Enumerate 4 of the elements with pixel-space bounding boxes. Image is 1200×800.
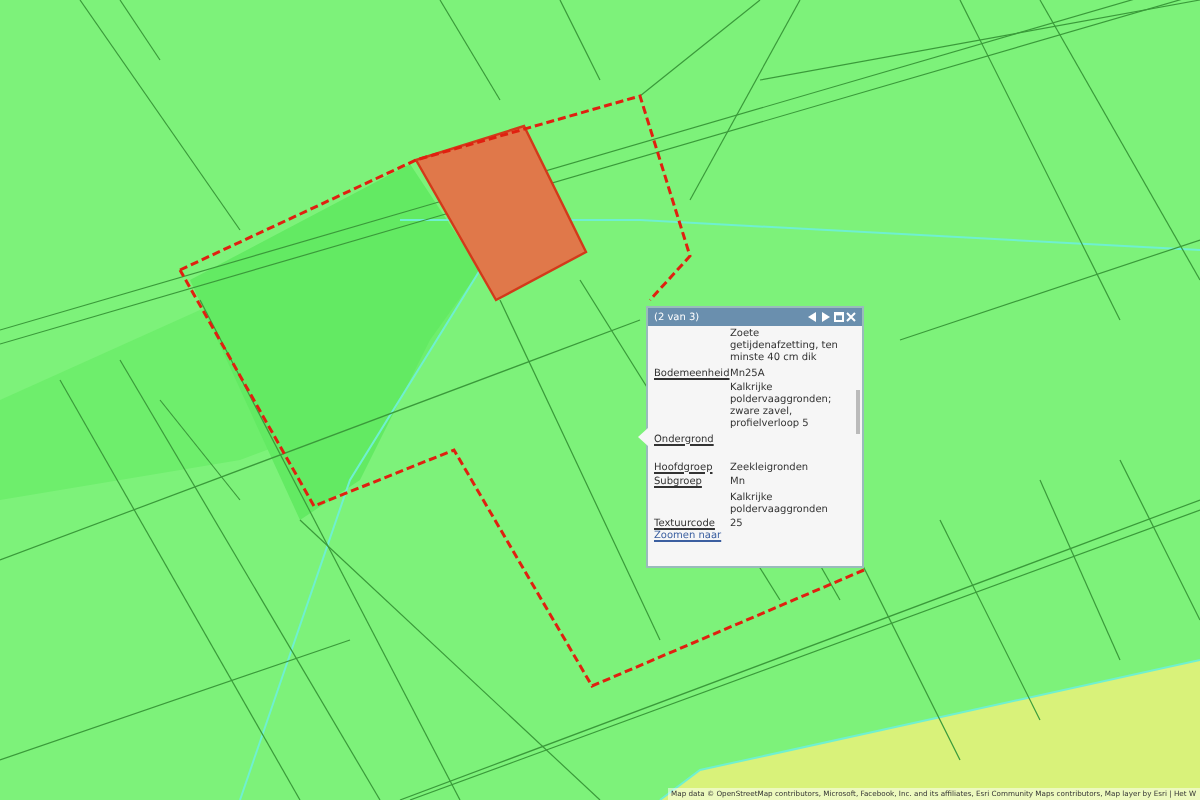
next-icon[interactable] — [820, 312, 830, 322]
maximize-icon[interactable] — [833, 312, 843, 322]
close-icon[interactable] — [846, 312, 856, 322]
previous-icon[interactable] — [807, 312, 817, 322]
